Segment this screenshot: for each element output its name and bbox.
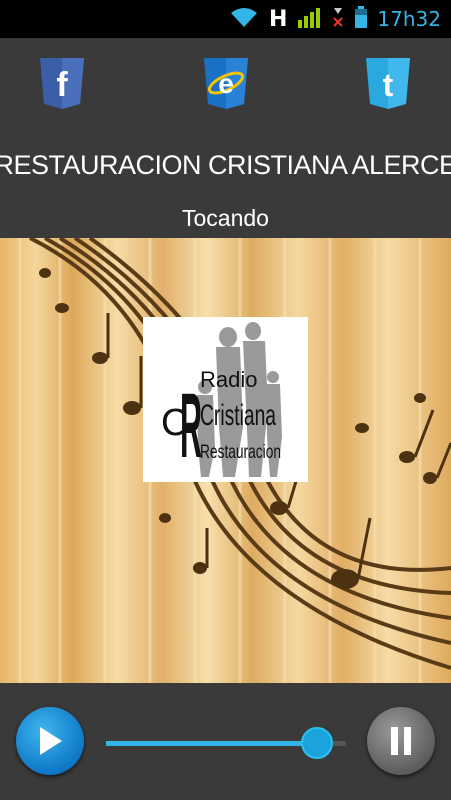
svg-text:e: e <box>218 68 234 99</box>
signal-icon <box>297 6 321 32</box>
network-type-indicator: H <box>269 6 288 32</box>
logo-line-cristiana: Cristiana <box>200 399 276 432</box>
play-button[interactable] <box>16 707 84 775</box>
volume-slider-thumb[interactable] <box>301 727 334 759</box>
station-title-bar: RESTAURACION CRISTIANA ALERCE <box>0 140 451 190</box>
twitter-button[interactable]: t <box>364 56 412 110</box>
now-playing-label: Tocando <box>182 205 269 231</box>
twitter-icon: t <box>366 58 410 109</box>
logo-line-restauracion: Restauracion <box>200 442 281 463</box>
svg-text:f: f <box>56 66 68 104</box>
svg-text:C: C <box>161 402 188 444</box>
pause-button[interactable] <box>367 707 435 775</box>
facebook-button[interactable]: f <box>38 56 86 110</box>
clock: 17h32 <box>377 7 441 31</box>
station-title: RESTAURACION CRISTIANA ALERCE <box>0 149 451 180</box>
facebook-icon: f <box>40 58 84 109</box>
svg-text:t: t <box>383 67 394 103</box>
volume-slider-fill <box>106 741 318 746</box>
player-controls <box>0 683 451 800</box>
social-bar: f e t <box>0 38 451 138</box>
internet-explorer-icon: e <box>204 58 248 109</box>
no-signal-icon <box>331 6 345 32</box>
pause-icon <box>391 727 411 755</box>
volume-slider[interactable] <box>106 727 346 759</box>
battery-icon <box>355 6 368 32</box>
status-bar: H 17h32 <box>0 0 451 38</box>
wifi-icon <box>229 6 259 32</box>
play-icon <box>40 727 62 755</box>
browser-button[interactable]: e <box>202 56 250 110</box>
logo-line-radio: Radio <box>200 367 257 392</box>
station-logo: R C Radio Cristiana Restauracion <box>143 317 308 482</box>
